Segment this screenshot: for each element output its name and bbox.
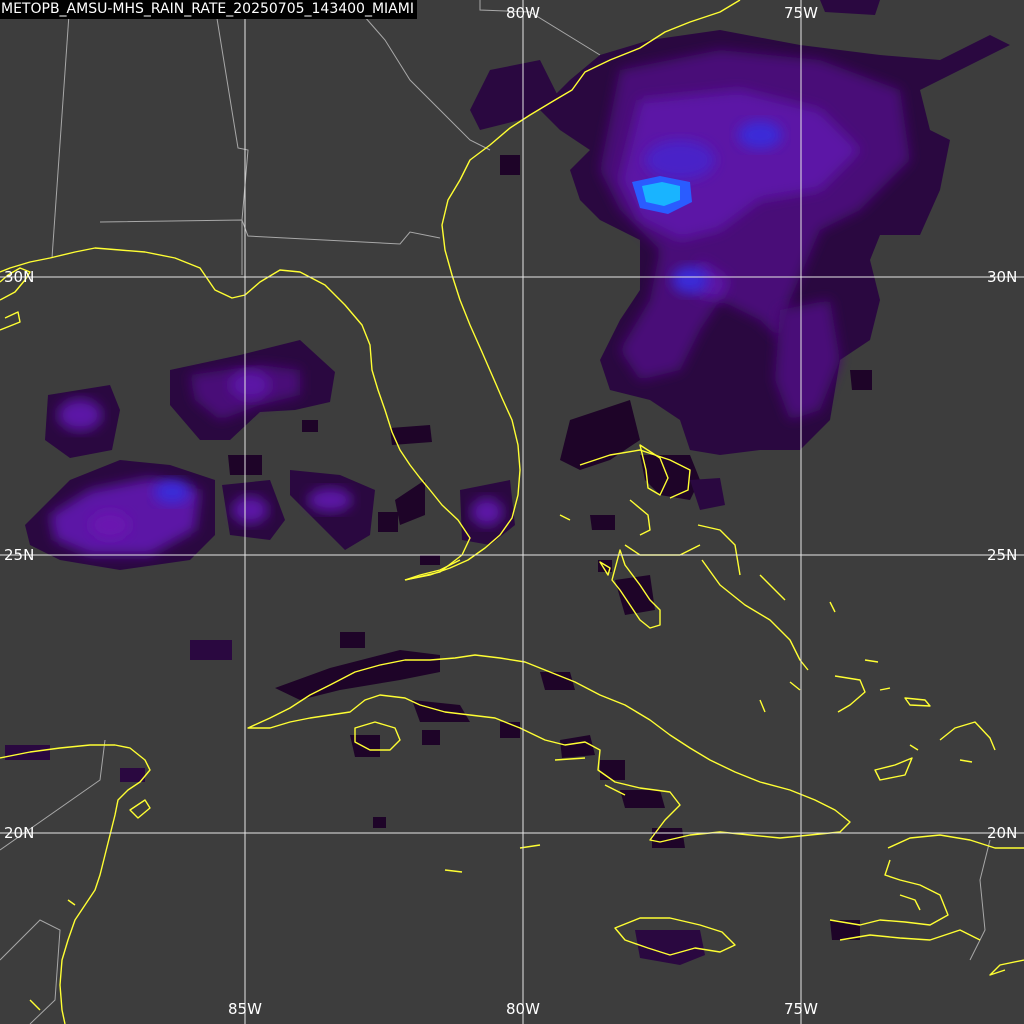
product-title: METOPB_AMSU-MHS_RAIN_RATE_20250705_14340… [0, 0, 417, 19]
lon-label-bottom-85w: 85W [228, 1000, 262, 1018]
lat-label-right-20n: 20N [987, 824, 1018, 842]
lat-label-right-30n: 30N [987, 268, 1018, 286]
lat-label-left-20n: 20N [4, 824, 35, 842]
lat-label-left-30n: 30N [4, 268, 35, 286]
lat-label-left-25n: 25N [4, 546, 35, 564]
lon-label-top-75w: 75W [784, 4, 818, 22]
lon-label-bottom-75w: 75W [784, 1000, 818, 1018]
lon-label-bottom-80w: 80W [506, 1000, 540, 1018]
lat-label-right-25n: 25N [987, 546, 1018, 564]
lon-label-top-80w: 80W [506, 4, 540, 22]
rain-rate-map [0, 0, 1024, 1024]
